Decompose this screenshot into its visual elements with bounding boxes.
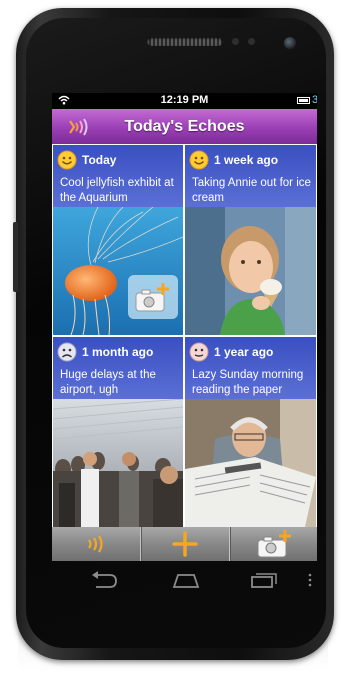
echo-card[interactable]: 1 month ago Huge delays at the airport, …	[53, 337, 183, 527]
status-bar: 12:19 PM 3	[52, 93, 317, 109]
card-date: 1 year ago	[214, 345, 274, 359]
add-photo-icon	[255, 528, 295, 561]
echo-sound-button[interactable]	[52, 527, 140, 561]
echo-card[interactable]: Today Cool jellyfish exhibit at the Aqua…	[53, 145, 183, 335]
happy-face-icon	[189, 150, 209, 175]
card-header: 1 month ago Huge delays at the airport, …	[53, 337, 183, 399]
add-echo-button[interactable]	[142, 527, 230, 561]
card-date: 1 week ago	[214, 153, 279, 167]
battery-label: 3	[312, 94, 317, 106]
girl-ice-cream-photo	[185, 207, 316, 335]
front-camera	[284, 37, 296, 49]
recent-apps-icon[interactable]	[250, 571, 278, 594]
menu-dots-icon[interactable]	[308, 573, 312, 592]
sad-face-icon	[57, 342, 77, 367]
airport-crowd-photo	[53, 399, 183, 527]
add-photo-button[interactable]	[231, 527, 317, 561]
neutral-face-icon	[189, 342, 209, 367]
card-header: Today Cool jellyfish exhibit at the Aqua…	[53, 145, 183, 207]
card-description: Cool jellyfish exhibit at the Aquarium	[60, 177, 174, 204]
system-nav-bar	[52, 561, 317, 607]
card-date: Today	[82, 153, 117, 167]
phone-screen: 12:19 PM 3 Today's Echoes Today Cool jel…	[52, 93, 317, 561]
volume-button	[13, 222, 18, 292]
app-header: Today's Echoes	[52, 109, 317, 145]
card-header: 1 year ago Lazy Sunday morning reading t…	[185, 337, 316, 399]
echo-grid: Today Cool jellyfish exhibit at the Aqua…	[52, 144, 317, 527]
jellyfish-photo	[53, 207, 183, 335]
card-description: Huge delays at the airport, ugh	[60, 369, 156, 396]
echo-card[interactable]: 1 week ago Taking Annie out for ice crea…	[185, 145, 316, 335]
earpiece-speaker	[147, 37, 223, 46]
add-photo-icon[interactable]	[133, 281, 173, 320]
plus-icon	[171, 531, 199, 561]
light-sensor	[248, 38, 255, 45]
proximity-sensor	[232, 38, 239, 45]
echo-sound-icon	[85, 534, 109, 559]
card-header: 1 week ago Taking Annie out for ice crea…	[185, 145, 316, 207]
card-date: 1 month ago	[82, 345, 154, 359]
card-description: Lazy Sunday morning reading the paper	[192, 369, 304, 396]
back-icon[interactable]	[90, 571, 118, 594]
echo-card[interactable]: 1 year ago Lazy Sunday morning reading t…	[185, 337, 316, 527]
card-description: Taking Annie out for ice cream	[192, 177, 311, 204]
page-title: Today's Echoes	[124, 118, 245, 135]
man-reading-paper-photo	[185, 399, 316, 527]
battery-icon	[297, 97, 310, 104]
status-time: 12:19 PM	[160, 94, 209, 106]
home-icon[interactable]	[172, 572, 200, 593]
bottom-toolbar	[52, 527, 317, 561]
happy-face-icon	[57, 150, 77, 175]
